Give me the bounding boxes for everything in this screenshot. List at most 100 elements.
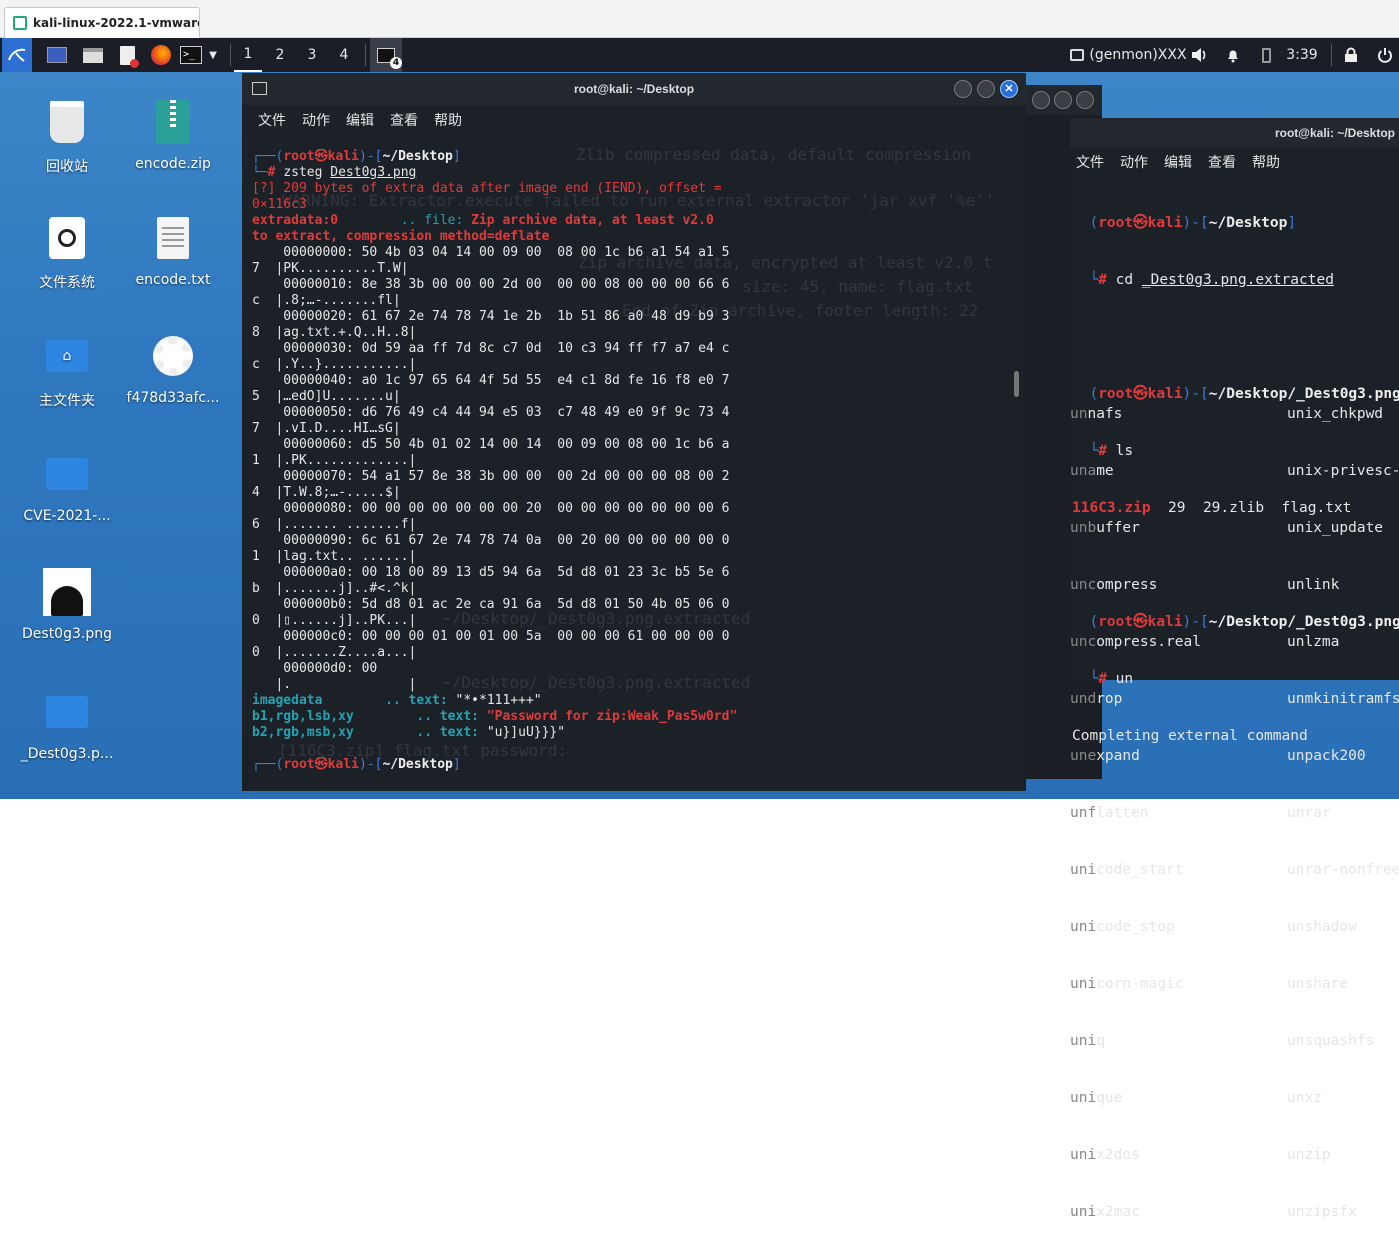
notification-bell-icon[interactable] bbox=[1222, 38, 1244, 72]
zip-file-icon bbox=[147, 96, 199, 148]
hexdump-line: |. | bbox=[252, 677, 417, 692]
menu-item-edit[interactable]: 编辑 bbox=[346, 110, 374, 130]
password-result: "Password for zip:Weak_Pas5w0rd" bbox=[486, 709, 738, 724]
menu-item-view[interactable]: 查看 bbox=[390, 110, 418, 130]
hexdump-line: 0 |▯......j]..PK...| bbox=[252, 613, 417, 628]
hexdump-line: 5 |…edO]U.......u| bbox=[252, 389, 401, 404]
main-terminal-titlebar: root@kali: ~/Desktop ✕ bbox=[242, 73, 1026, 105]
right-terminal-window[interactable]: root@kali: ~/Desktop 文件 动作 编辑 查看 帮助 (roo… bbox=[1070, 118, 1399, 1220]
hexdump-line: 000000d0: 00 bbox=[252, 661, 378, 676]
terminal-icon: 4 bbox=[377, 47, 402, 69]
gear-icon bbox=[147, 330, 199, 382]
menu-item[interactable]: 查看 bbox=[1208, 152, 1236, 172]
volume-icon[interactable] bbox=[1188, 38, 1210, 72]
desktop-icon-encode-zip[interactable]: encode.zip bbox=[118, 96, 228, 172]
chevron-down-icon[interactable]: ▼ bbox=[205, 38, 221, 72]
browser-tab[interactable]: kali-linux-2022.1-vmware... ✕ bbox=[4, 7, 200, 38]
desktop-icon-cve[interactable]: CVE-2021-... bbox=[12, 448, 122, 524]
clock[interactable]: 3:39 bbox=[1282, 38, 1322, 72]
menu-item[interactable]: 帮助 bbox=[1252, 152, 1280, 172]
menu-item-action[interactable]: 动作 bbox=[302, 110, 330, 130]
hexdump-line: 000000c0: 00 00 00 01 00 01 00 5a 00 00 … bbox=[252, 629, 730, 644]
hexdump-line: 00000050: d6 76 49 c4 44 94 e5 03 c7 48 … bbox=[252, 405, 730, 420]
desktop-icon-home[interactable]: ⌂ 主文件夹 bbox=[12, 330, 122, 410]
hexdump-line: 00000070: 54 a1 57 8e 38 3b 00 00 00 2d … bbox=[252, 469, 730, 484]
desktop-icon-label: Dest0g3.png bbox=[22, 626, 112, 642]
hexdump-line: 1 |.PK.............| bbox=[252, 453, 417, 468]
firefox-icon[interactable] bbox=[148, 38, 174, 72]
hexdump-line: 00000080: 00 00 00 00 00 00 00 20 00 00 … bbox=[252, 501, 730, 516]
menu-item-help[interactable]: 帮助 bbox=[434, 110, 462, 130]
menu-item[interactable]: 编辑 bbox=[1164, 152, 1192, 172]
hexdump-line: 00000000: 50 4b 03 04 14 00 09 00 08 00 … bbox=[252, 245, 730, 260]
desktop-icon-label: encode.txt bbox=[135, 272, 211, 288]
desktop-icon-dest-png[interactable]: Dest0g3.png bbox=[12, 566, 122, 642]
terminal-group-button[interactable]: 4 bbox=[370, 38, 402, 72]
vm-icon bbox=[13, 16, 27, 30]
desktop-icon-dest-folder[interactable]: _Dest0g3.p... bbox=[12, 686, 122, 762]
taskbar: >_ ▼ 1 2 3 4 4 (genmon)XXX 3:39 bbox=[0, 38, 1399, 72]
window-title: root@kali: ~/Desktop bbox=[573, 82, 695, 96]
terminal-icon[interactable]: >_ bbox=[178, 38, 204, 72]
minimize-button[interactable] bbox=[1032, 91, 1050, 109]
right-terminal-titlebar: root@kali: ~/Desktop bbox=[1070, 118, 1399, 148]
hexdump-line: 6 |....... .......f| bbox=[252, 517, 417, 532]
workspace-3[interactable]: 3 bbox=[298, 38, 326, 72]
workspace-4[interactable]: 4 bbox=[330, 38, 358, 72]
hexdump-line: 000000b0: 5d d8 01 ac 2e ca 91 6a 5d d8 … bbox=[252, 597, 730, 612]
desktop-icon-label: 主文件夹 bbox=[39, 393, 95, 409]
completion-list-right: unix_chkpwd unix-privesc- unix_update un… bbox=[1287, 406, 1399, 1220]
hexdump-line: 8 |ag.txt.+.Q..H..8| bbox=[252, 325, 417, 340]
warning-line: 0×116c3 bbox=[252, 197, 307, 212]
lock-icon[interactable] bbox=[1340, 38, 1362, 72]
workspace-2[interactable]: 2 bbox=[266, 38, 294, 72]
desktop-icon-label: f478d33afc... bbox=[126, 390, 220, 406]
scrollbar-thumb[interactable] bbox=[1014, 371, 1019, 397]
desktop-icon-encode-txt[interactable]: encode.txt bbox=[118, 212, 228, 288]
minimize-button[interactable] bbox=[954, 80, 972, 98]
kali-menu-icon[interactable] bbox=[2, 38, 32, 72]
desktop-icon-label: encode.zip bbox=[135, 156, 211, 172]
close-button[interactable]: ✕ bbox=[1000, 80, 1018, 98]
power-icon[interactable] bbox=[1374, 38, 1396, 72]
tab-title: kali-linux-2022.1-vmware... bbox=[33, 16, 199, 30]
hexdump-line: 00000020: 61 67 2e 74 78 74 1e 2b 1b 51 … bbox=[252, 309, 730, 324]
menu-item[interactable]: 文件 bbox=[1076, 152, 1104, 172]
window-count-badge: 4 bbox=[390, 56, 402, 69]
hexdump-line: 00000010: 8e 38 3b 00 00 00 2d 00 00 00 … bbox=[252, 277, 730, 292]
desktop-icon-f478[interactable]: f478d33afc... bbox=[118, 330, 228, 406]
hexdump-line: 0 |.......Z....a...| bbox=[252, 645, 417, 660]
hexdump-line: 7 |.vI.D....HI…sG| bbox=[252, 421, 401, 436]
image-thumbnail-icon bbox=[41, 566, 93, 618]
text-file-icon bbox=[147, 212, 199, 264]
text-editor-icon[interactable] bbox=[114, 38, 140, 72]
menu-item-file[interactable]: 文件 bbox=[258, 110, 286, 130]
maximize-button[interactable] bbox=[977, 80, 995, 98]
battery-icon bbox=[1256, 38, 1276, 72]
workspace-1[interactable]: 1 bbox=[234, 38, 262, 72]
genmon-icon bbox=[1068, 38, 1086, 72]
hexdump-line: 00000030: 0d 59 aa ff 7d 8c c7 0d 10 c3 … bbox=[252, 341, 730, 356]
maximize-button[interactable] bbox=[1054, 91, 1072, 109]
trash-icon bbox=[41, 96, 93, 148]
show-desktop-icon[interactable] bbox=[44, 38, 70, 72]
main-terminal-window[interactable]: root@kali: ~/Desktop ✕ 文件 动作 编辑 查看 帮助 Zl… bbox=[242, 73, 1026, 791]
folder-icon bbox=[41, 686, 93, 738]
hexdump-line: 000000a0: 00 18 00 89 13 d5 94 6a 5d d8 … bbox=[252, 565, 730, 580]
folder-icon bbox=[41, 448, 93, 500]
close-button[interactable] bbox=[1076, 91, 1094, 109]
hexdump-line: b |.......j]..#<.^k| bbox=[252, 581, 417, 596]
warning-line: [?] 209 bytes of extra data after image … bbox=[252, 181, 722, 196]
hexdump-line: 00000090: 6c 61 67 2e 74 78 74 0a 00 20 … bbox=[252, 533, 730, 548]
file-manager-icon[interactable] bbox=[80, 38, 106, 72]
home-folder-icon: ⌂ bbox=[41, 330, 93, 382]
desktop-icon-trash[interactable]: 回收站 bbox=[12, 96, 122, 176]
command: zsteg bbox=[283, 165, 323, 180]
command-arg: Dest0g3.png bbox=[330, 165, 417, 180]
main-terminal-output[interactable]: ┌──(root㉿kali)-[~/Desktop] └─# zsteg Des… bbox=[252, 149, 1012, 773]
desktop-icon-filesystem[interactable]: 文件系统 bbox=[12, 212, 122, 292]
menu-item[interactable]: 动作 bbox=[1120, 152, 1148, 172]
desktop-icon-label: CVE-2021-... bbox=[23, 508, 111, 524]
browser-tab-strip: kali-linux-2022.1-vmware... ✕ bbox=[0, 0, 1399, 38]
main-terminal-menubar: 文件 动作 编辑 查看 帮助 bbox=[242, 105, 1026, 135]
